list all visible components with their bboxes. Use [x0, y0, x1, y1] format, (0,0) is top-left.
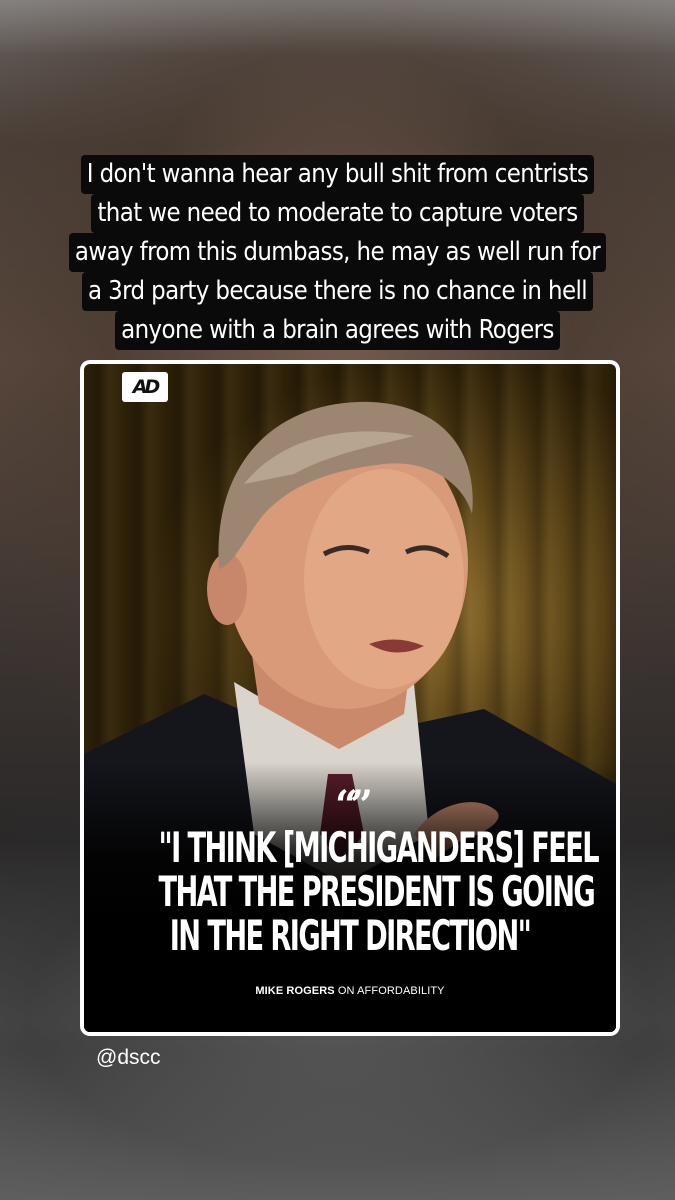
quote-mark-icon: “”	[334, 782, 373, 829]
post-image: AD “” "I THINK [MICHIGANDERS] FEEL THAT …	[84, 364, 616, 1032]
speaker-name: MIKE ROGERS	[255, 985, 335, 997]
caption-line: a 3rd party because there is no chance i…	[81, 272, 594, 311]
quote-line: THAT THE PRESIDENT IS GOING	[158, 867, 595, 916]
quote-topic: ON AFFORDABILITY	[334, 985, 445, 997]
story-caption: I don't wanna hear any bull shit from ce…	[40, 155, 635, 350]
quote-line: "I THINK [MICHIGANDERS] FEEL	[158, 823, 599, 872]
caption-line: that we need to moderate to capture vote…	[91, 194, 584, 233]
caption-line: I don't wanna hear any bull shit from ce…	[80, 155, 595, 194]
shared-post-card[interactable]: AD “” "I THINK [MICHIGANDERS] FEEL THAT …	[80, 360, 620, 1036]
pull-quote: "I THINK [MICHIGANDERS] FEEL THAT THE PR…	[158, 823, 599, 960]
quote-attribution: MIKE ROGERS ON AFFORDABILITY	[84, 985, 616, 997]
caption-line: away from this dumbass, he may as well r…	[68, 233, 607, 272]
caption-line: anyone with a brain agrees with Rogers	[115, 311, 560, 350]
publisher-logo: AD	[122, 372, 168, 402]
quote-line: IN THE RIGHT DIRECTION"	[169, 911, 532, 960]
account-mention[interactable]: @dscc	[96, 1046, 161, 1070]
